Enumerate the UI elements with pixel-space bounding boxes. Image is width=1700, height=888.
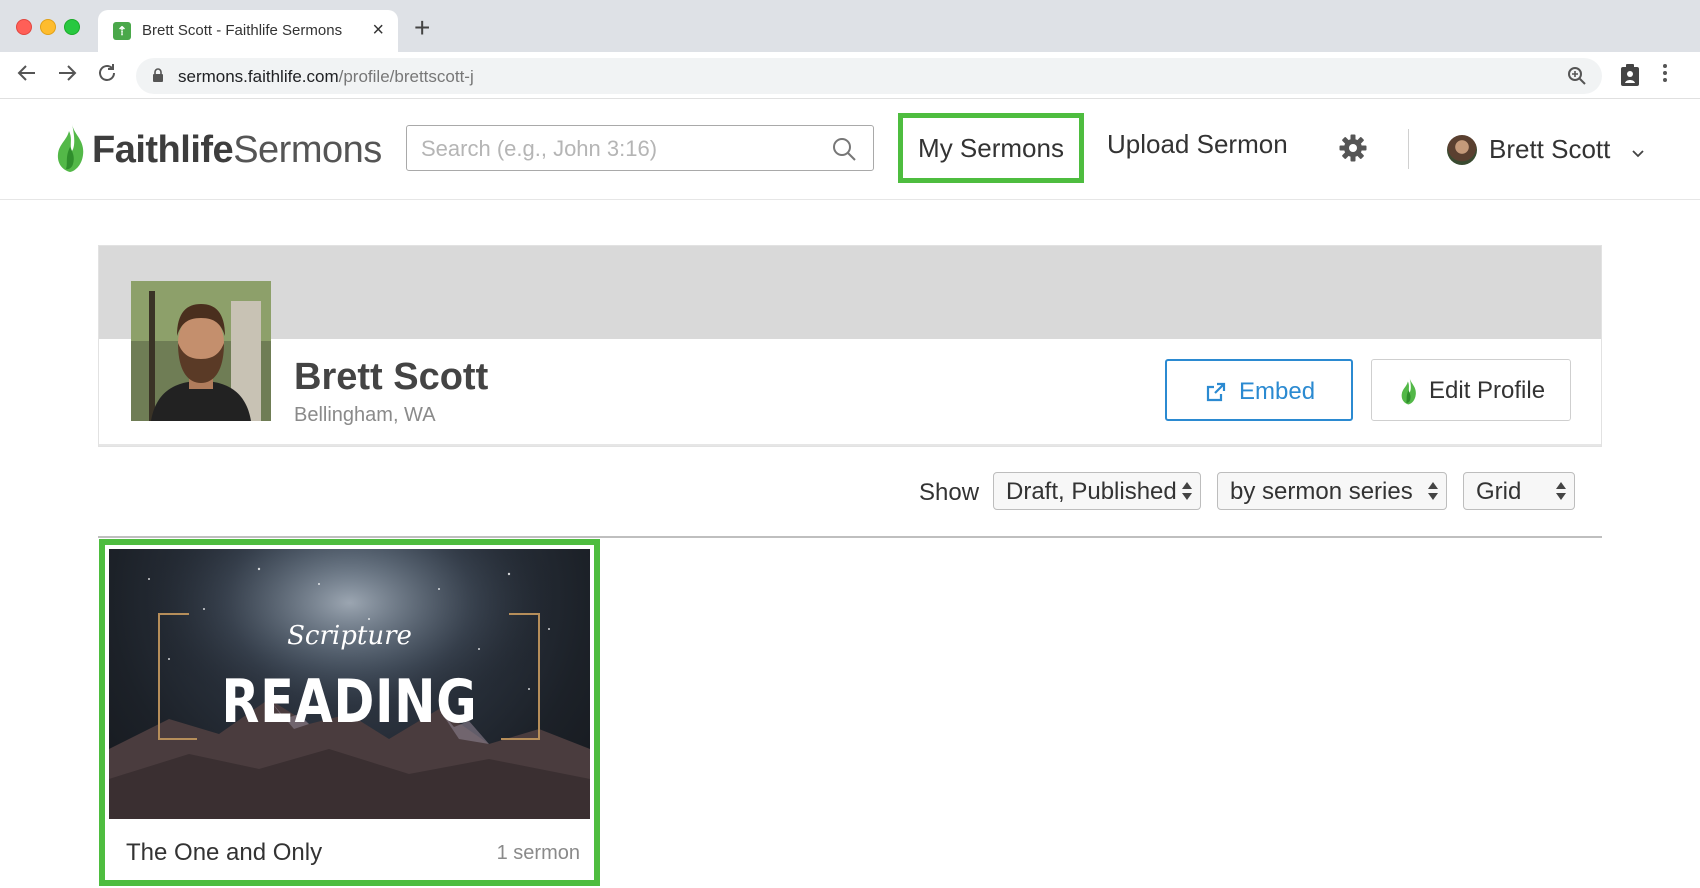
gear-icon[interactable] xyxy=(1338,133,1368,168)
select-arrows-icon xyxy=(1427,479,1439,510)
status-filter-select[interactable]: Draft, Published xyxy=(993,472,1201,510)
embed-button[interactable]: Embed xyxy=(1165,359,1353,421)
reload-icon[interactable] xyxy=(96,62,118,90)
upload-sermon-link[interactable]: Upload Sermon xyxy=(1107,129,1288,160)
url-text: sermons.faithlife.com/profile/brettscott… xyxy=(178,67,474,87)
divider xyxy=(98,536,1602,538)
external-link-icon xyxy=(1205,381,1227,410)
tab-close-icon[interactable]: × xyxy=(372,19,384,41)
series-artwork[interactable]: Scripture READING xyxy=(109,549,590,819)
profile-banner xyxy=(99,246,1601,339)
view-mode-value: Grid xyxy=(1476,478,1522,505)
browser-tab[interactable]: ⇡ Brett Scott - Faithlife Sermons × xyxy=(98,10,398,52)
zoom-icon[interactable] xyxy=(1566,65,1588,92)
header-divider xyxy=(1408,129,1409,169)
user-menu-name[interactable]: Brett Scott xyxy=(1489,134,1610,165)
logo-light-text: Sermons xyxy=(233,129,382,171)
back-arrow-icon[interactable] xyxy=(16,62,38,90)
my-sermons-link[interactable]: My Sermons xyxy=(898,113,1084,183)
edit-profile-button[interactable]: Edit Profile xyxy=(1371,359,1571,421)
minimize-window-button[interactable] xyxy=(40,19,56,35)
profile-name: Brett Scott xyxy=(294,356,489,398)
select-arrows-icon xyxy=(1181,479,1193,510)
url-path: /profile/brettscott-j xyxy=(338,67,474,86)
maximize-window-button[interactable] xyxy=(64,19,80,35)
series-sermon-count: 1 sermon xyxy=(496,842,580,864)
tab-title: Brett Scott - Faithlife Sermons xyxy=(142,22,343,39)
edit-profile-button-label: Edit Profile xyxy=(1429,377,1546,404)
avatar[interactable] xyxy=(1447,135,1477,165)
profile-photo xyxy=(131,281,271,421)
show-label: Show xyxy=(919,479,980,506)
grouping-value: by sermon series xyxy=(1230,478,1413,505)
browser-toolbar: sermons.faithlife.com/profile/brettscott… xyxy=(0,52,1700,99)
logo-text: FaithlifeSermons xyxy=(92,129,382,172)
browser-tab-bar: ⇡ Brett Scott - Faithlife Sermons × + xyxy=(0,0,1700,52)
search-icon[interactable] xyxy=(831,136,857,167)
forward-arrow-icon[interactable] xyxy=(56,62,78,90)
chevron-down-icon[interactable] xyxy=(1632,145,1644,163)
site-header: FaithlifeSermons My Sermons Upload Sermo… xyxy=(0,99,1700,200)
series-title[interactable]: The One and Only xyxy=(126,839,322,867)
view-mode-select[interactable]: Grid xyxy=(1463,472,1575,510)
lock-icon xyxy=(152,68,164,83)
flame-icon xyxy=(56,123,86,178)
profile-location: Bellingham, WA xyxy=(294,404,436,426)
grouping-select[interactable]: by sermon series xyxy=(1217,472,1447,510)
search-input[interactable] xyxy=(419,126,823,172)
series-card[interactable]: Scripture READING The One and Only 1 ser… xyxy=(99,539,600,886)
select-arrows-icon xyxy=(1555,479,1567,510)
new-tab-button[interactable]: + xyxy=(414,14,430,42)
artwork-title-text: READING xyxy=(221,667,478,737)
artwork-script-text: Scripture xyxy=(287,621,412,651)
url-host: sermons.faithlife.com xyxy=(178,67,339,86)
logo-bold-text: Faithlife xyxy=(92,129,234,171)
search-box xyxy=(406,125,874,172)
faithlife-favicon-icon: ⇡ xyxy=(113,22,131,40)
close-window-button[interactable] xyxy=(16,19,32,35)
flame-icon xyxy=(1400,377,1418,412)
embed-button-label: Embed xyxy=(1239,378,1316,405)
extension-icon[interactable] xyxy=(1620,63,1640,92)
kebab-menu-icon[interactable] xyxy=(1662,62,1668,90)
address-bar[interactable]: sermons.faithlife.com/profile/brettscott… xyxy=(136,58,1602,94)
status-filter-value: Draft, Published xyxy=(1006,478,1177,505)
profile-divider xyxy=(99,444,1601,446)
